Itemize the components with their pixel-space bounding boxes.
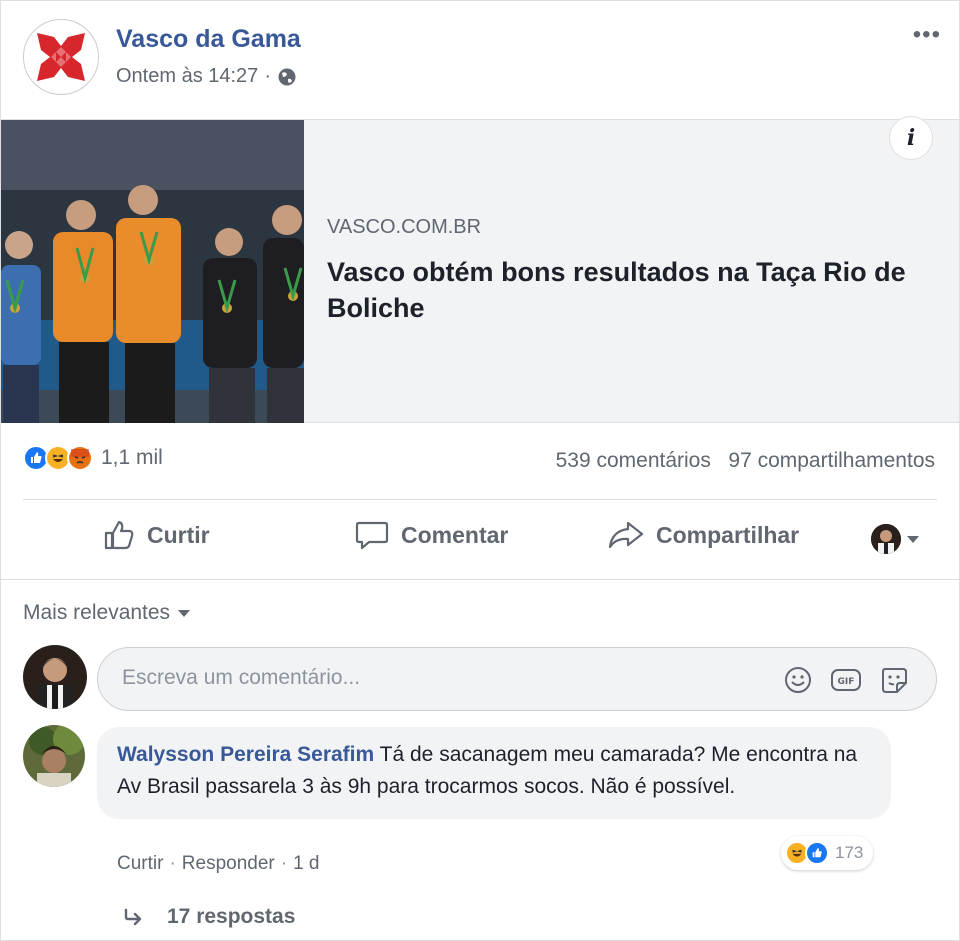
comment-actions: Curtir · Responder · 1 d [117,853,319,875]
post-as-selector[interactable] [871,524,919,554]
comment-button[interactable]: Comentar [355,519,508,551]
gif-icon[interactable]: GIF [830,664,862,696]
comment-input-tools: GIF [782,664,910,696]
chevron-down-icon [178,609,191,617]
sticker-icon[interactable] [878,664,910,696]
page-name-link[interactable]: Vasco da Gama [116,25,301,54]
replies-count: 17 respostas [167,905,296,928]
avatar [871,524,901,554]
comment-reply-link[interactable]: Responder [182,853,275,875]
link-preview-card[interactable]: VASCO.COM.BR Vasco obtém bons resultados… [1,119,959,423]
comment-age[interactable]: 1 d [293,853,319,875]
speech-bubble-icon [355,521,389,550]
bowling-team-photo [1,120,304,423]
view-replies-link[interactable]: 17 respostas [123,905,295,929]
shares-count-link[interactable]: 97 compartilhamentos [728,449,935,472]
emoji-icon[interactable] [782,664,814,696]
commenter-avatar[interactable] [23,725,85,787]
thumbs-up-icon [104,520,134,550]
share-button[interactable]: Compartilhar [608,519,799,551]
current-user-avatar[interactable] [23,645,87,709]
comment-like-link[interactable]: Curtir [117,853,163,875]
reply-arrow-icon [124,908,142,926]
share-arrow-icon [608,521,644,549]
comment-reactions[interactable]: 173 [781,836,874,870]
comment-input[interactable]: Escreva um comentário... GIF [97,647,937,711]
like-button[interactable]: Curtir [103,519,210,551]
angry-reaction-icon [67,445,93,471]
separator: · [280,853,288,874]
post-stats: 539 comentários 97 compartilhamentos [556,449,935,473]
divider [1,579,959,580]
post-timestamp[interactable]: Ontem às 14:27 [116,65,258,88]
globe-icon[interactable] [277,67,297,87]
like-label: Curtir [147,521,210,548]
vasco-cross-logo [37,33,85,81]
comment-input-placeholder: Escreva um comentário... [122,666,361,689]
more-options-button[interactable]: ••• [913,21,941,49]
divider [23,499,937,500]
share-label: Compartilhar [656,521,800,548]
like-reaction-icon [805,841,829,865]
comment-sort-dropdown[interactable]: Mais relevantes [23,601,191,625]
comments-count-link[interactable]: 539 comentários [556,449,711,472]
comment-bubble: Walysson Pereira Serafim Tá de sacanagem… [97,727,891,819]
reaction-summary[interactable]: 1,1 mil [23,445,163,471]
reaction-count: 1,1 mil [101,446,163,469]
post-meta: Ontem às 14:27 · [116,65,297,88]
separator: · [169,853,176,874]
svg-text:GIF: GIF [838,677,855,687]
link-domain: VASCO.COM.BR [327,216,482,238]
comment-author-link[interactable]: Walysson Pereira Serafim [117,743,374,766]
chevron-down-icon [907,535,919,543]
comment-reaction-count: 173 [835,843,864,862]
info-icon[interactable]: i [889,116,933,160]
facebook-post: Vasco da Gama Ontem às 14:27 · ••• VASCO… [0,0,960,941]
page-avatar[interactable] [23,19,99,95]
link-title[interactable]: Vasco obtém bons resultados na Taça Rio … [327,254,907,326]
meta-separator: · [264,65,271,87]
comment-label: Comentar [401,521,509,548]
link-preview-image [1,120,304,423]
sort-label: Mais relevantes [23,601,171,624]
